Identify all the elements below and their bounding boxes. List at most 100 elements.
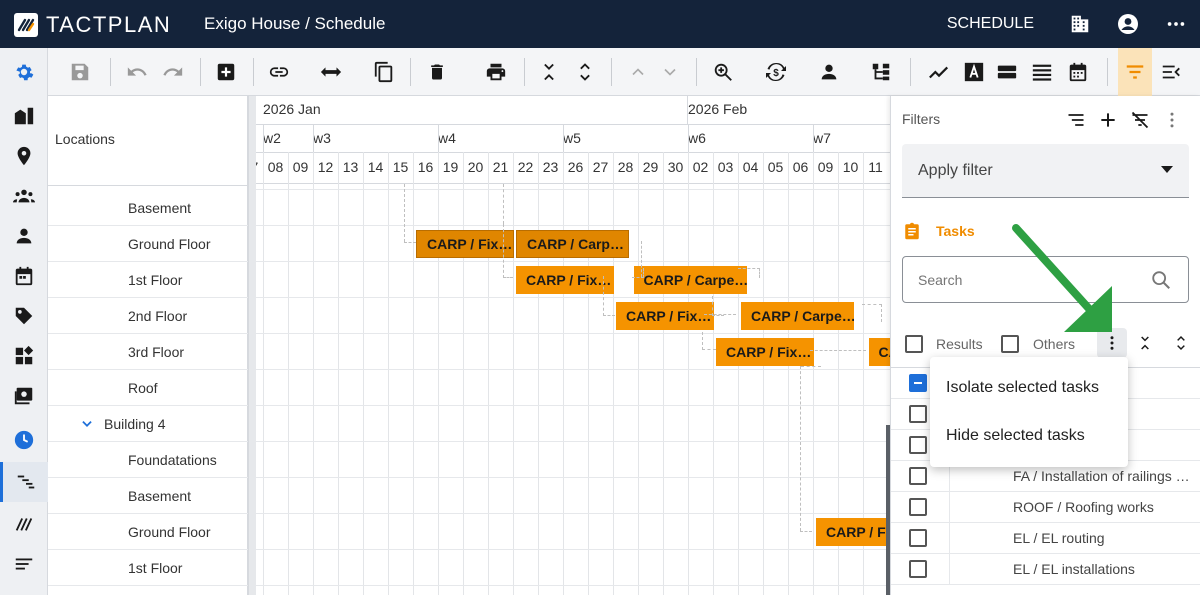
location-row[interactable]: 1st Floor — [48, 550, 248, 586]
building-icon[interactable] — [1056, 0, 1104, 48]
redo-icon[interactable] — [156, 48, 190, 96]
add-filter-icon[interactable] — [1093, 106, 1123, 134]
location-label: Basement — [128, 200, 192, 216]
day-label: 21 — [492, 159, 509, 175]
location-row[interactable]: 1st Floor — [48, 262, 248, 298]
select-all-checkbox[interactable] — [909, 374, 927, 392]
week-label: w7 — [813, 130, 831, 146]
buildings-icon[interactable] — [0, 96, 48, 136]
calendar-view-icon[interactable] — [1061, 48, 1095, 96]
tag-icon[interactable] — [0, 296, 48, 336]
task-bar[interactable]: CARP / Fix… — [416, 230, 514, 258]
day-label: 07 — [256, 159, 263, 175]
task-checkbox[interactable] — [909, 560, 927, 578]
schedule-gantt-icon[interactable] — [0, 462, 48, 502]
location-row[interactable]: 3rd Floor — [48, 334, 248, 370]
task-checkbox[interactable] — [909, 436, 927, 454]
location-row[interactable]: Foundatations — [48, 442, 248, 478]
split-rows-icon[interactable] — [990, 48, 1024, 96]
link-icon[interactable] — [262, 48, 296, 96]
clear-filter-icon[interactable] — [1125, 106, 1155, 134]
svg-text:$: $ — [773, 68, 779, 79]
save-icon[interactable] — [63, 48, 97, 96]
print-icon[interactable] — [479, 48, 513, 96]
more-vertical-icon[interactable] — [1157, 106, 1187, 134]
widgets-icon[interactable] — [0, 336, 48, 376]
search-icon[interactable] — [1150, 269, 1172, 291]
account-icon[interactable] — [1104, 0, 1152, 48]
task-bar[interactable]: CARP / Fix… — [516, 266, 614, 294]
task-checkbox[interactable] — [909, 467, 927, 485]
delete-icon[interactable] — [420, 48, 454, 96]
location-row[interactable]: Roof — [48, 370, 248, 406]
panel-splitter[interactable] — [248, 96, 256, 595]
slashes-icon[interactable] — [0, 504, 48, 544]
assign-person-icon[interactable] — [812, 48, 846, 96]
list-rows-icon[interactable] — [1025, 48, 1059, 96]
task-row[interactable]: EL / EL installations — [891, 554, 1200, 585]
filter-icon[interactable] — [1118, 48, 1152, 96]
trend-line-icon[interactable] — [922, 48, 956, 96]
location-pin-icon[interactable] — [0, 136, 48, 176]
gallery-icon[interactable] — [0, 376, 48, 416]
results-label: Results — [936, 336, 983, 352]
clock-icon[interactable] — [0, 420, 48, 460]
chevron-up-icon[interactable] — [621, 48, 655, 96]
text-format-icon[interactable] — [957, 48, 991, 96]
undo-icon[interactable] — [120, 48, 154, 96]
hide-selected-tasks-item[interactable]: Hide selected tasks — [930, 412, 1128, 460]
location-row[interactable]: Ground Floor — [48, 514, 248, 550]
chevron-down-icon[interactable] — [653, 48, 687, 96]
task-bar[interactable]: CARP / Carp… — [516, 230, 629, 258]
left-sidebar — [0, 48, 48, 595]
location-row[interactable]: Basement — [48, 478, 248, 514]
menu-open-icon[interactable] — [1154, 48, 1188, 96]
task-bar[interactable]: CARP / Fix — [816, 518, 890, 546]
task-checkbox[interactable] — [909, 498, 927, 516]
person-icon[interactable] — [0, 216, 48, 256]
team-icon[interactable] — [0, 176, 48, 216]
dependency-line — [862, 304, 882, 322]
more-horizontal-icon[interactable] — [1152, 0, 1200, 48]
task-bar[interactable]: CARP / Carpe… — [633, 266, 747, 294]
hierarchy-icon[interactable] — [864, 48, 898, 96]
task-checkbox[interactable] — [909, 529, 927, 547]
app-logo[interactable]: TACTPLAN — [14, 12, 171, 38]
location-row[interactable]: Basement — [48, 190, 248, 226]
currency-exchange-icon[interactable]: $ — [759, 48, 793, 96]
task-bar[interactable]: CARP / Fix… — [716, 338, 814, 366]
sort-lines-icon[interactable] — [1061, 106, 1091, 134]
month-label: 2026 Feb — [688, 101, 748, 117]
location-label: Building 4 — [104, 416, 166, 432]
horizontal-resize-icon[interactable] — [314, 48, 348, 96]
collapse-all-icon[interactable] — [1133, 329, 1157, 357]
day-label: 19 — [442, 159, 459, 175]
chevron-down-icon[interactable] — [80, 417, 94, 431]
expand-all-icon[interactable] — [1169, 329, 1193, 357]
task-row[interactable]: EL / EL routing — [891, 523, 1200, 554]
task-row[interactable]: ROOF / Roofing works — [891, 492, 1200, 523]
location-row[interactable]: Ground Floor — [48, 226, 248, 262]
task-bar[interactable]: CARP / Carpe… — [741, 302, 854, 330]
apply-filter-select[interactable]: Apply filter — [902, 144, 1189, 198]
calendar-icon[interactable] — [0, 256, 48, 296]
location-row[interactable]: 2nd Floor — [48, 298, 248, 334]
collapse-vertical-icon[interactable] — [532, 48, 566, 96]
expand-vertical-icon[interactable] — [568, 48, 602, 96]
dependency-line — [712, 296, 724, 316]
locations-header: Locations — [48, 96, 248, 186]
isolate-selected-tasks-item[interactable]: Isolate selected tasks — [930, 364, 1128, 412]
panel-resize-handle[interactable] — [886, 425, 890, 595]
task-name: ROOF / Roofing works — [1013, 499, 1154, 515]
settings-icon[interactable] — [0, 52, 48, 92]
location-row[interactable]: Building 4 — [48, 406, 248, 442]
dependency-line — [632, 268, 644, 278]
task-bar[interactable]: CA — [868, 338, 890, 366]
copy-icon[interactable] — [367, 48, 401, 96]
task-bar[interactable]: CARP / Fix… — [616, 302, 714, 330]
list-bars-icon[interactable] — [0, 544, 48, 584]
add-task-icon[interactable] — [209, 48, 243, 96]
results-checkbox[interactable] — [905, 335, 923, 353]
task-checkbox[interactable] — [909, 405, 927, 423]
zoom-in-icon[interactable] — [706, 48, 740, 96]
